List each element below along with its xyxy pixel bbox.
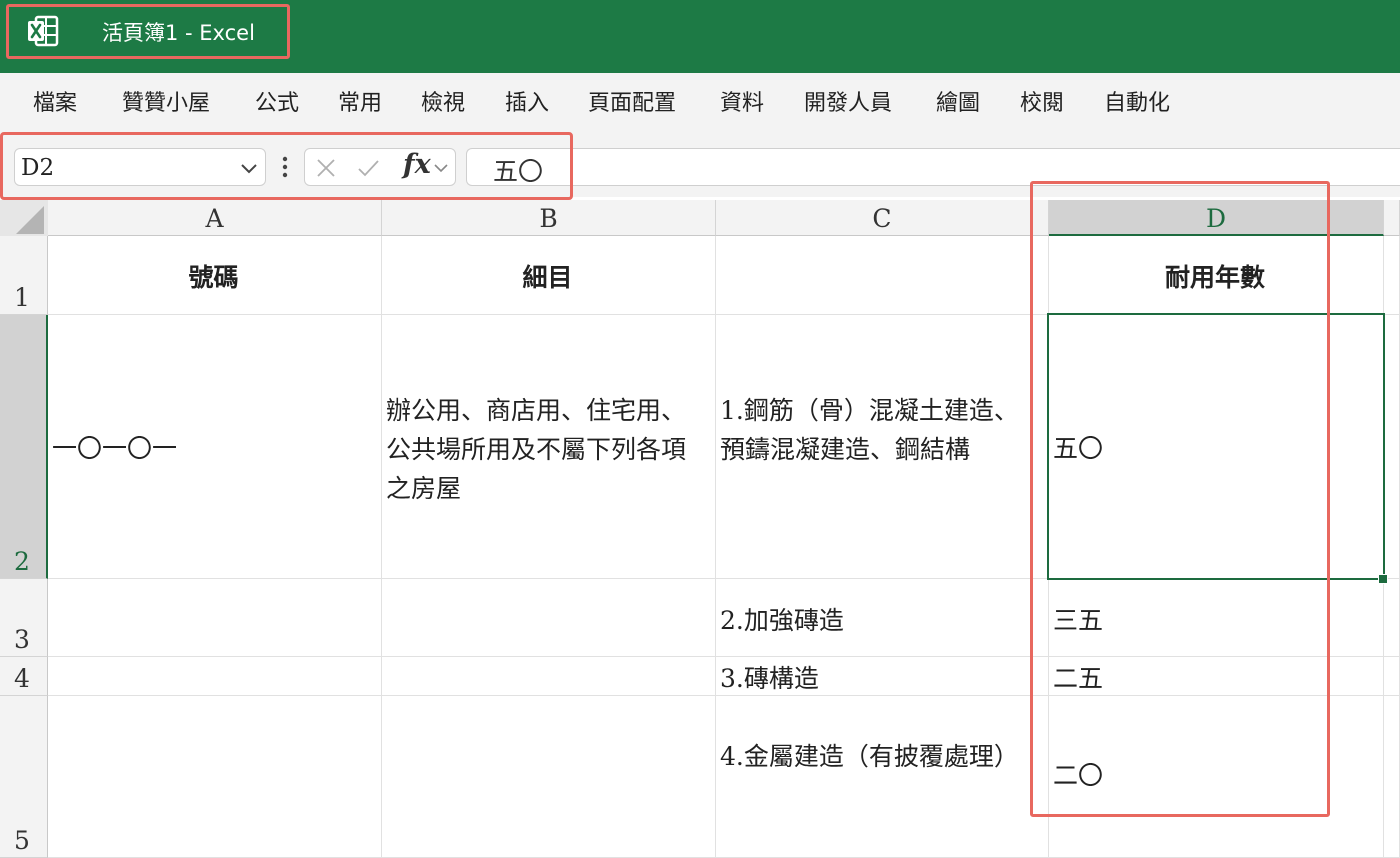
cell-e4[interactable] — [1384, 657, 1400, 696]
cell-d3[interactable]: 三五 — [1049, 579, 1384, 657]
cell-d5[interactable]: 二〇 — [1049, 696, 1384, 858]
tab-zanzan[interactable]: 贊贊小屋 — [122, 85, 210, 117]
row-header-3[interactable]: 3 — [0, 579, 48, 657]
cell-b4[interactable] — [382, 657, 716, 696]
cell-b5[interactable] — [382, 696, 716, 858]
formula-bar-highlight-box — [0, 132, 573, 200]
tab-draw[interactable]: 繪圖 — [936, 85, 980, 117]
cell-a4[interactable] — [48, 657, 382, 696]
cell-d1[interactable]: 耐用年數 — [1049, 236, 1384, 315]
row-header-1[interactable]: 1 — [0, 236, 48, 315]
tab-view[interactable]: 檢視 — [421, 85, 465, 117]
tab-page-layout[interactable]: 頁面配置 — [588, 85, 676, 117]
cell-b3[interactable] — [382, 579, 716, 657]
cell-a1[interactable]: 號碼 — [48, 236, 382, 315]
cell-e5[interactable] — [1384, 696, 1400, 858]
tab-review[interactable]: 校閱 — [1020, 85, 1064, 117]
cell-b2[interactable]: 辦公用、商店用、住宅用、公共場所用及不屬下列各項之房屋 — [382, 315, 716, 579]
fill-handle[interactable] — [1378, 574, 1388, 584]
select-all-corner[interactable] — [0, 200, 48, 236]
cell-a2[interactable]: 一〇一〇一 — [48, 315, 382, 579]
tab-formulas[interactable]: 公式 — [255, 85, 299, 117]
tab-insert[interactable]: 插入 — [505, 85, 549, 117]
tab-home[interactable]: 常用 — [338, 85, 382, 117]
row-header-5[interactable]: 5 — [0, 696, 48, 858]
column-header-b[interactable]: B — [382, 200, 716, 236]
cell-b1[interactable]: 細目 — [382, 236, 716, 315]
row-header-4[interactable]: 4 — [0, 657, 48, 696]
cell-c3[interactable]: 2.加強磚造 — [716, 579, 1049, 657]
cell-e1[interactable] — [1384, 236, 1400, 315]
column-header-a[interactable]: A — [48, 200, 382, 236]
cell-c1[interactable] — [716, 236, 1049, 315]
cell-a5[interactable] — [48, 696, 382, 858]
cell-e3[interactable] — [1384, 579, 1400, 657]
cell-c2[interactable]: 1.鋼筋（骨）混凝土建造、 預鑄混凝建造、鋼結構 — [716, 315, 1049, 579]
cell-c4[interactable]: 3.磚構造 — [716, 657, 1049, 696]
formula-input[interactable]: 五〇 — [466, 148, 1400, 186]
tab-automate[interactable]: 自動化 — [1104, 85, 1170, 117]
column-header-c[interactable]: C — [716, 200, 1049, 236]
cell-a3[interactable] — [48, 579, 382, 657]
select-all-icon — [16, 206, 44, 234]
row-header-2[interactable]: 2 — [0, 315, 48, 579]
tab-developer[interactable]: 開發人員 — [804, 85, 892, 117]
cell-d2[interactable]: 五〇 — [1049, 315, 1384, 579]
tab-file[interactable]: 檔案 — [33, 85, 77, 117]
title-highlight-box — [6, 4, 290, 59]
cell-e2[interactable] — [1384, 315, 1400, 579]
tab-data[interactable]: 資料 — [720, 85, 764, 117]
cell-d4[interactable]: 二五 — [1049, 657, 1384, 696]
column-header-e[interactable] — [1384, 200, 1400, 236]
cell-c5[interactable]: 4.金屬建造（有披覆處理） — [716, 696, 1049, 858]
column-header-d[interactable]: D — [1049, 200, 1384, 236]
